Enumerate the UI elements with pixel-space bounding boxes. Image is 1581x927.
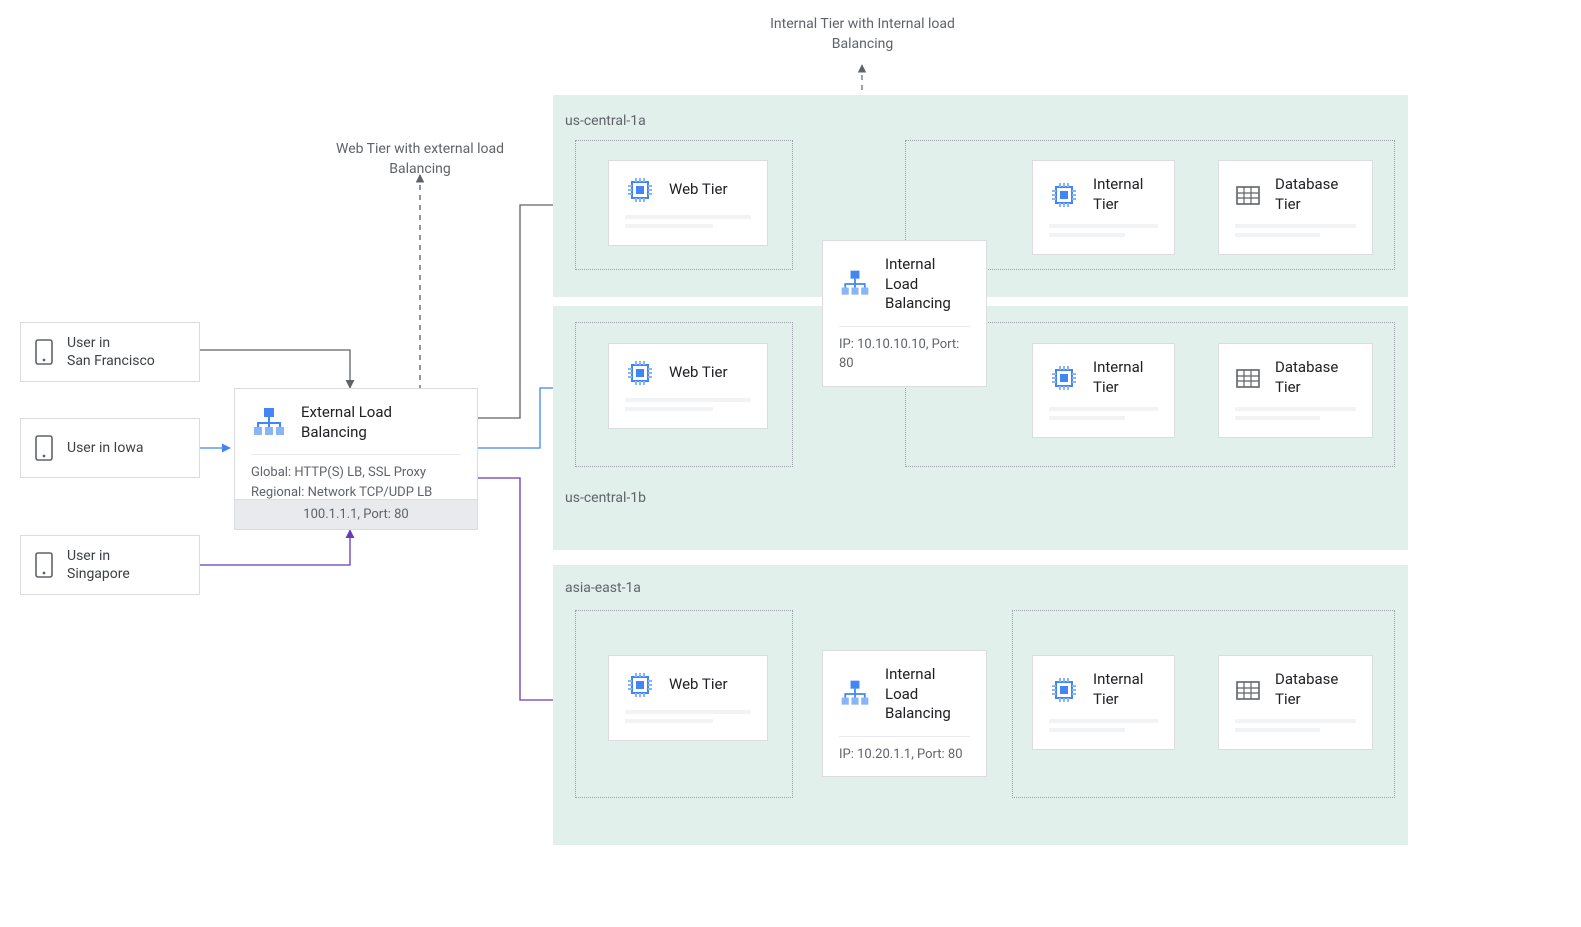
- database-tier-1a-title: Database Tier: [1275, 175, 1338, 214]
- database-tier-asia-title: Database Tier: [1275, 670, 1338, 709]
- external-lb-line1: Global: HTTP(S) LB, SSL Proxy: [251, 463, 461, 483]
- database-icon: [1235, 365, 1261, 391]
- internal-lb-us-card: Internal Load Balancing IP: 10.10.10.10,…: [822, 240, 987, 387]
- database-tier-1a-card: Database Tier: [1218, 160, 1373, 255]
- internal-lb-us-title: Internal Load Balancing: [885, 255, 970, 314]
- internal-lb-asia-title: Internal Load Balancing: [885, 665, 970, 724]
- user-singapore-text: User in Singapore: [67, 547, 130, 583]
- web-tier-1a-title: Web Tier: [669, 180, 728, 200]
- database-tier-1b-card: Database Tier: [1218, 343, 1373, 438]
- internal-lb-asia-ip: IP: 10.20.1.1, Port: 80: [839, 745, 970, 765]
- internal-tier-asia-title: Internal Tier: [1093, 670, 1143, 709]
- internal-tier-asia-card: Internal Tier: [1032, 655, 1175, 750]
- database-tier-1b-title: Database Tier: [1275, 358, 1338, 397]
- user-sf-text: User in San Francisco: [67, 334, 155, 370]
- web-tier-1a-card: Web Tier: [608, 160, 768, 246]
- internal-lb-asia-card: Internal Load Balancing IP: 10.20.1.1, P…: [822, 650, 987, 777]
- compute-icon: [625, 175, 655, 205]
- web-tier-asia-title: Web Tier: [669, 675, 728, 695]
- external-lb-footer: 100.1.1.1, Port: 80: [235, 499, 477, 529]
- compute-icon: [625, 358, 655, 388]
- load-balancer-icon: [839, 678, 871, 710]
- load-balancer-icon: [251, 405, 287, 441]
- external-lb-card: External Load Balancing Global: HTTP(S) …: [234, 388, 478, 530]
- database-icon: [1235, 182, 1261, 208]
- internal-tier-1b-card: Internal Tier: [1032, 343, 1175, 438]
- compute-icon: [1049, 180, 1079, 210]
- user-iowa-text: User in Iowa: [67, 439, 143, 457]
- web-tier-asia-card: Web Tier: [608, 655, 768, 741]
- internal-tier-annotation: Internal Tier with Internal load Balanci…: [760, 15, 965, 54]
- phone-icon: [35, 339, 53, 365]
- load-balancer-icon: [839, 268, 871, 300]
- web-tier-1b-title: Web Tier: [669, 363, 728, 383]
- internal-tier-1a-title: Internal Tier: [1093, 175, 1143, 214]
- zone-label-us-1a: us-central-1a: [565, 113, 646, 129]
- compute-icon: [1049, 675, 1079, 705]
- phone-icon: [35, 435, 53, 461]
- external-lb-title: External Load Balancing: [301, 403, 392, 442]
- compute-icon: [1049, 363, 1079, 393]
- database-icon: [1235, 677, 1261, 703]
- web-tier-annotation: Web Tier with external load Balancing: [320, 140, 520, 179]
- user-singapore-card: User in Singapore: [20, 535, 200, 595]
- internal-tier-1b-title: Internal Tier: [1093, 358, 1143, 397]
- internal-lb-us-ip: IP: 10.10.10.10, Port: 80: [839, 335, 970, 374]
- database-tier-asia-card: Database Tier: [1218, 655, 1373, 750]
- phone-icon: [35, 552, 53, 578]
- web-tier-1b-card: Web Tier: [608, 343, 768, 429]
- zone-label-asia-1a: asia-east-1a: [565, 580, 641, 596]
- zone-label-us-1b: us-central-1b: [565, 490, 646, 506]
- user-sf-card: User in San Francisco: [20, 322, 200, 382]
- architecture-diagram: Web Tier with external load Balancing In…: [0, 0, 1581, 927]
- internal-tier-1a-card: Internal Tier: [1032, 160, 1175, 255]
- compute-icon: [625, 670, 655, 700]
- user-iowa-card: User in Iowa: [20, 418, 200, 478]
